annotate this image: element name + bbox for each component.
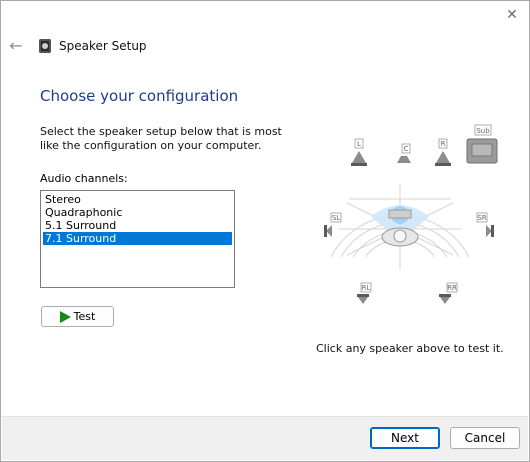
svg-text:RR: RR [447, 284, 457, 292]
back-arrow-icon[interactable]: ← [7, 37, 25, 55]
svg-text:Sub: Sub [476, 127, 490, 135]
speaker-front-right[interactable]: R [435, 138, 451, 166]
speaker-subwoofer[interactable]: Sub [466, 124, 498, 164]
list-item-5-1-surround[interactable]: 5.1 Surround [43, 219, 232, 232]
speaker-setup-window: ✕ ← Speaker Setup Choose your configurat… [0, 0, 530, 462]
next-button[interactable]: Next [370, 427, 440, 449]
speaker-rear-left[interactable]: RL [357, 282, 372, 304]
dialog-footer: Next Cancel [2, 416, 528, 460]
svg-text:L: L [357, 140, 361, 148]
test-button-label: Test [73, 310, 96, 323]
speaker-front-left[interactable]: L [351, 138, 367, 166]
speaker-rear-right[interactable]: RR [439, 282, 458, 304]
audio-channels-listbox[interactable]: Stereo Quadraphonic 5.1 Surround 7.1 Sur… [40, 190, 235, 288]
speaker-side-right[interactable]: SR [476, 212, 494, 237]
svg-text:SR: SR [477, 214, 486, 222]
svg-text:C: C [404, 145, 409, 153]
speaker-side-left[interactable]: SL [324, 212, 342, 237]
list-item-quadraphonic[interactable]: Quadraphonic [43, 206, 232, 219]
speaker-test-hint: Click any speaker above to test it. [316, 342, 504, 355]
test-button[interactable]: Test [41, 306, 114, 327]
audio-channels-label: Audio channels: [40, 172, 128, 185]
svg-text:RL: RL [362, 284, 371, 292]
close-icon[interactable]: ✕ [501, 5, 523, 25]
play-icon [59, 310, 71, 323]
list-item-7-1-surround[interactable]: 7.1 Surround [43, 232, 232, 245]
window-title: Speaker Setup [59, 39, 147, 53]
speaker-diagram: L C R Sub SL SR RL RR [324, 124, 498, 304]
speaker-icon [39, 39, 51, 53]
page-heading: Choose your configuration [40, 87, 239, 105]
svg-text:SL: SL [332, 214, 340, 222]
cancel-button[interactable]: Cancel [450, 427, 520, 449]
list-item-stereo[interactable]: Stereo [43, 193, 232, 206]
instructions-text: Select the speaker setup below that is m… [40, 125, 282, 152]
speaker-center[interactable]: C [397, 143, 411, 163]
svg-text:R: R [441, 140, 446, 148]
